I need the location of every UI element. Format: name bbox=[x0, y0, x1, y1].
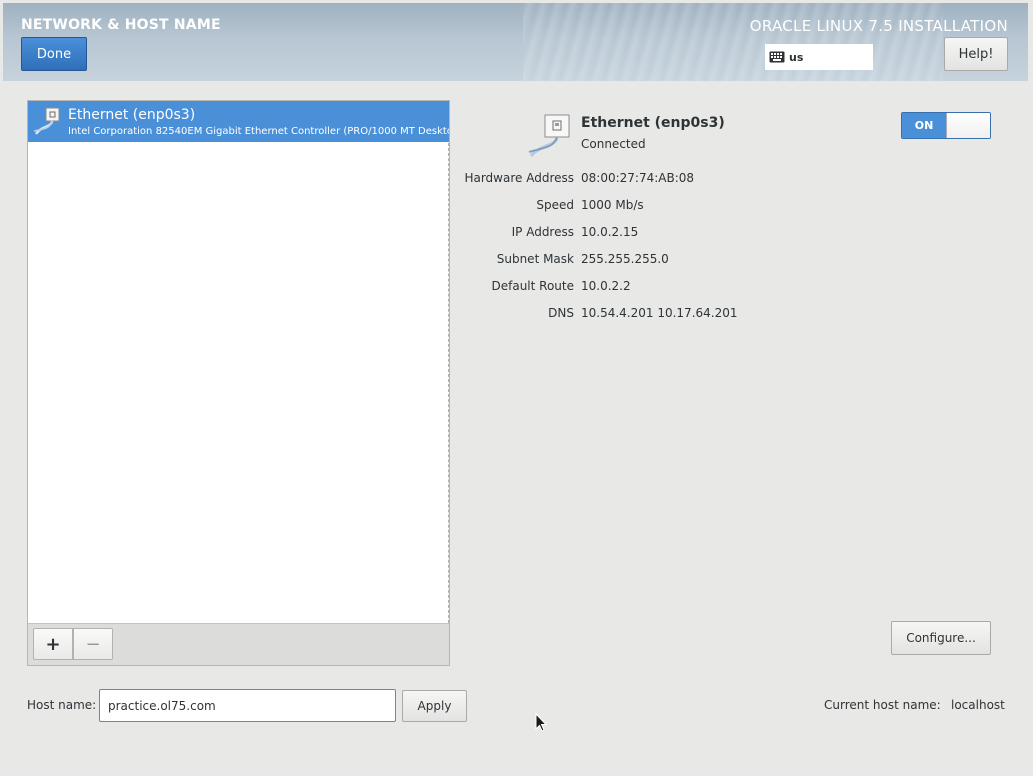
property-row: Speed 1000 Mb/s bbox=[440, 198, 840, 216]
toggle-knob bbox=[946, 113, 990, 138]
property-label: IP Address bbox=[511, 225, 574, 239]
property-value: 08:00:27:74:AB:08 bbox=[581, 171, 695, 185]
device-description: Intel Corporation 82540EM Gigabit Ethern… bbox=[68, 126, 449, 137]
property-row: IP Address 10.0.2.15 bbox=[440, 225, 840, 243]
detail-device-name: Ethernet (enp0s3) bbox=[581, 115, 725, 131]
property-label: Default Route bbox=[491, 279, 575, 293]
network-wired-icon bbox=[528, 114, 570, 158]
list-toolbar: + − bbox=[28, 623, 449, 665]
property-row: Subnet Mask 255.255.255.0 bbox=[440, 252, 840, 270]
network-wired-icon bbox=[33, 107, 60, 135]
property-row: Hardware Address 08:00:27:74:AB:08 bbox=[440, 171, 840, 189]
configure-button[interactable]: Configure... bbox=[891, 621, 991, 655]
host-name-label: Host name: bbox=[27, 698, 97, 712]
current-host-name-value: localhost bbox=[951, 698, 1005, 712]
property-label: Speed bbox=[536, 198, 574, 212]
connection-status: Connected bbox=[581, 137, 646, 151]
header-decoration bbox=[523, 3, 943, 81]
apply-button[interactable]: Apply bbox=[402, 690, 467, 722]
spoke-title: NETWORK & HOST NAME bbox=[21, 17, 221, 33]
current-host-name-label: Current host name: bbox=[824, 698, 941, 712]
done-button[interactable]: Done bbox=[21, 37, 87, 71]
property-value: 10.54.4.201 10.17.64.201 bbox=[581, 306, 738, 320]
connection-toggle[interactable]: ON bbox=[901, 112, 991, 139]
property-value: 255.255.255.0 bbox=[581, 252, 669, 266]
property-row: DNS 10.54.4.201 10.17.64.201 bbox=[440, 306, 840, 324]
keyboard-layout-indicator[interactable]: us bbox=[765, 44, 873, 70]
remove-device-button[interactable]: − bbox=[73, 628, 113, 660]
help-button[interactable]: Help! bbox=[944, 37, 1008, 71]
property-label: Subnet Mask bbox=[496, 252, 574, 266]
property-value: 10.0.2.2 bbox=[581, 279, 631, 293]
keyboard-layout-label: us bbox=[789, 50, 804, 64]
host-name-input[interactable] bbox=[99, 689, 396, 722]
property-value: 10.0.2.15 bbox=[581, 225, 639, 239]
device-list-panel: Ethernet (enp0s3) Intel Corporation 8254… bbox=[27, 100, 450, 666]
device-name: Ethernet (enp0s3) bbox=[68, 107, 196, 123]
add-device-button[interactable]: + bbox=[33, 628, 73, 660]
property-row: Default Route 10.0.2.2 bbox=[440, 279, 840, 297]
toggle-on-label: ON bbox=[902, 113, 946, 138]
keyboard-icon bbox=[769, 51, 785, 63]
mouse-pointer-icon bbox=[535, 713, 547, 732]
product-title: ORACLE LINUX 7.5 INSTALLATION bbox=[749, 17, 1008, 35]
header-bar: NETWORK & HOST NAME ORACLE LINUX 7.5 INS… bbox=[3, 3, 1028, 81]
device-list-item[interactable]: Ethernet (enp0s3) Intel Corporation 8254… bbox=[28, 101, 449, 142]
property-label: Hardware Address bbox=[464, 171, 574, 185]
property-value: 1000 Mb/s bbox=[581, 198, 644, 212]
property-label: DNS bbox=[548, 306, 574, 320]
